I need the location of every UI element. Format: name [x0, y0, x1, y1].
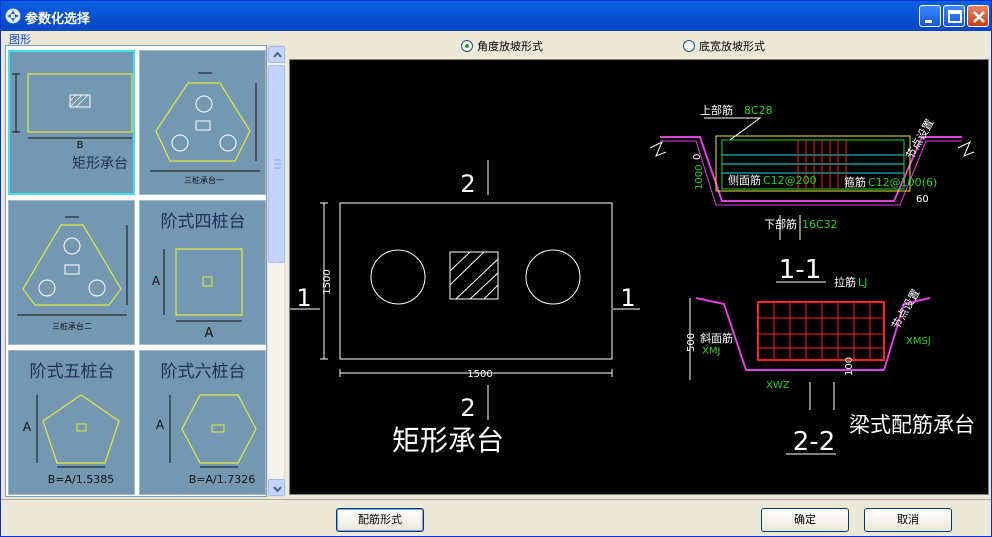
close-icon [973, 11, 985, 23]
bottom-rebar-value: 16C32 [802, 218, 838, 231]
thumbnail-stepped-four-pile[interactable]: 阶式四桩台 A A [139, 200, 266, 345]
side-rebar-value: C12@200 [763, 174, 817, 187]
cancel-button[interactable]: 取消 [864, 508, 952, 532]
maximize-button[interactable] [943, 5, 965, 27]
dim-width: 1500 [467, 369, 492, 380]
dialog-window: 参数化选择 图形 B 矩形承台 三桩承台一 三桩承台二 阶式四桩台 A A 阶式… [0, 0, 992, 537]
radio-label: 角度放坡形式 [477, 40, 543, 53]
section-mark: 1 [296, 284, 311, 312]
minimize-icon [925, 20, 932, 23]
scroll-up-button[interactable] [268, 46, 285, 63]
preview-drawing: 2 2 1 1 1500 1500 矩形承台 上部筋 8C28 0 1000 侧… [290, 103, 975, 457]
minimize-button[interactable] [919, 5, 941, 27]
zero-label: 0 [692, 154, 703, 160]
section-name: 1-1 [779, 255, 821, 285]
app-icon [5, 8, 21, 24]
grip-icon [274, 159, 281, 169]
height-label: 500 [686, 333, 697, 352]
thumb-formula: B=A/1.5385 [48, 473, 114, 486]
section-mark: 1 [620, 284, 635, 312]
xwz-label: XWZ [766, 380, 790, 391]
dim-a-label: A [152, 274, 161, 288]
rebar-form-button[interactable]: 配筋形式 [336, 508, 424, 532]
ok-button[interactable]: 确定 [761, 508, 849, 532]
tie-rebar-value: LJ [858, 276, 867, 289]
dim-b-label: B [77, 140, 84, 151]
preview-canvas: 2 2 1 1 1500 1500 矩形承台 上部筋 8C28 0 1000 侧… [289, 59, 989, 495]
chevron-up-icon [273, 51, 282, 58]
three-pile-1-drawing: 三桩承台一 [150, 72, 260, 185]
slope-rebar-label: 斜面筋 [700, 331, 733, 345]
angle-label: 60 [916, 194, 929, 205]
window-title: 参数化选择 [25, 12, 91, 27]
side-rebar-label: 侧面筋 [728, 173, 761, 187]
dim-a-label: A [23, 420, 32, 434]
radio-label: 底宽放坡形式 [699, 40, 765, 53]
thumbnail-panel: B 矩形承台 三桩承台一 三桩承台二 阶式四桩台 A A 阶式五桩台 A B=A… [5, 45, 267, 497]
thumb-caption: 矩形承台 [72, 156, 128, 172]
thumbnail-rect-cap[interactable]: B 矩形承台 [8, 50, 135, 195]
dim-height: 1500 [322, 269, 333, 294]
separator [1, 499, 991, 500]
three-pile-2-drawing: 三桩承台二 [17, 216, 128, 331]
thumb-title: 阶式六桩台 [161, 362, 246, 382]
thumb-title: 阶式五桩台 [30, 362, 115, 382]
beam-cap-caption: 梁式配筋承台 [849, 413, 975, 437]
top-rebar-label: 上部筋 [700, 103, 733, 117]
thumbnail-stepped-five-pile[interactable]: 阶式五桩台 A B=A/1.5385 [8, 350, 135, 495]
cap-caption: 矩形承台 [392, 424, 504, 457]
chevron-down-icon [273, 486, 282, 493]
stepped-five-pile-drawing: 阶式五桩台 A B=A/1.5385 [23, 362, 120, 486]
thumb-title: 阶式四桩台 [161, 212, 246, 232]
section-mark: 2 [460, 170, 475, 198]
section-mark: 2 [460, 394, 475, 422]
tie-rebar-label: 拉筋 [834, 275, 856, 289]
xmsj-label: XMSJ [906, 336, 931, 347]
section-name: 2-2 [793, 427, 835, 457]
title-bar[interactable]: 参数化选择 [1, 1, 991, 31]
dim-a-label: A [205, 326, 214, 341]
thumbnail-three-pile-1[interactable]: 三桩承台一 [139, 50, 266, 195]
thumbnail-three-pile-2[interactable]: 三桩承台二 [8, 200, 135, 345]
scroll-thumb[interactable] [268, 65, 285, 263]
scroll-down-button[interactable] [268, 479, 285, 496]
thumbnail-stepped-six-pile[interactable]: 阶式六桩台 A B=A/1.7326 [139, 350, 266, 495]
dim-a-label: A [156, 418, 165, 432]
rect-cap-drawing: B 矩形承台 [12, 73, 133, 172]
radio-angle-slope[interactable]: 角度放坡形式 [461, 38, 543, 54]
thumbnail-scrollbar[interactable] [267, 45, 285, 497]
node-setting-link[interactable]: 节点设置 [889, 287, 922, 332]
slope-mode-radio-group: 角度放坡形式 底宽放坡形式 [289, 33, 989, 57]
radio-unchecked-icon [683, 40, 695, 52]
stirrup-value: C12@100(6) [868, 176, 937, 189]
thumb-formula: B=A/1.7326 [189, 473, 255, 486]
top-rebar-value: 8C28 [744, 104, 773, 117]
maximize-icon [948, 10, 962, 23]
thumb-caption: 三桩承台一 [184, 175, 224, 185]
stepped-four-pile-drawing: 阶式四桩台 A A [152, 212, 246, 341]
stepped-six-pile-drawing: 阶式六桩台 A B=A/1.7326 [156, 362, 257, 486]
thumb-caption: 三桩承台二 [52, 321, 92, 331]
height-label: 1000 [694, 165, 705, 190]
dim100-label: 100 [844, 357, 855, 376]
radio-width-slope[interactable]: 底宽放坡形式 [683, 38, 765, 54]
xmj-label: XMJ [702, 346, 720, 357]
radio-checked-icon [461, 40, 473, 52]
stirrup-label: 箍筋 [844, 175, 866, 189]
close-button[interactable] [967, 5, 989, 27]
